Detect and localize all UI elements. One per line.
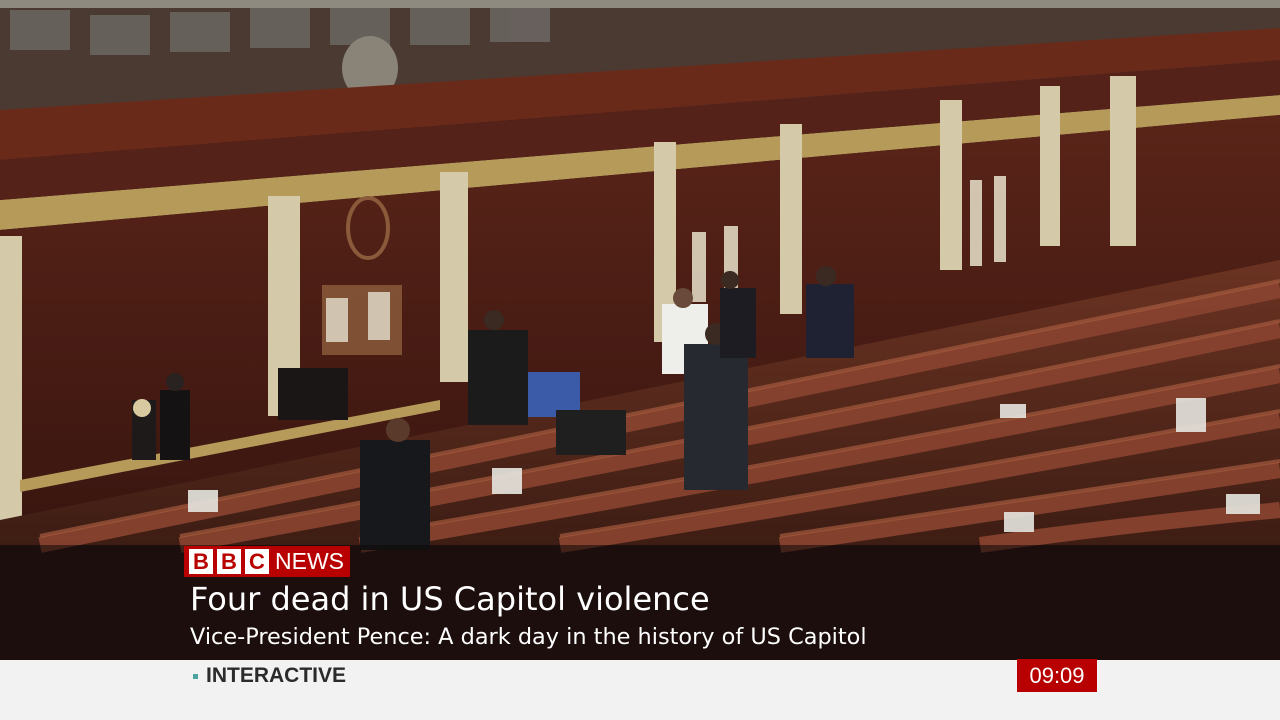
ticker-label: INTERACTIVE bbox=[206, 664, 347, 687]
bbc-news-logo: B B C NEWS bbox=[184, 546, 350, 577]
logo-block-b2: B bbox=[217, 549, 241, 574]
caption-headline: Four dead in US Capitol violence bbox=[190, 580, 710, 618]
logo-block-c: C bbox=[245, 549, 269, 574]
gallery-rail bbox=[0, 0, 1280, 8]
logo-news-word: NEWS bbox=[275, 548, 344, 574]
logo-block-b1: B bbox=[189, 549, 213, 574]
ticker-bullet-icon bbox=[193, 674, 198, 679]
clock-badge: 09:09 bbox=[1017, 659, 1097, 692]
caption-subline: Vice-President Pence: A dark day in the … bbox=[190, 624, 867, 650]
